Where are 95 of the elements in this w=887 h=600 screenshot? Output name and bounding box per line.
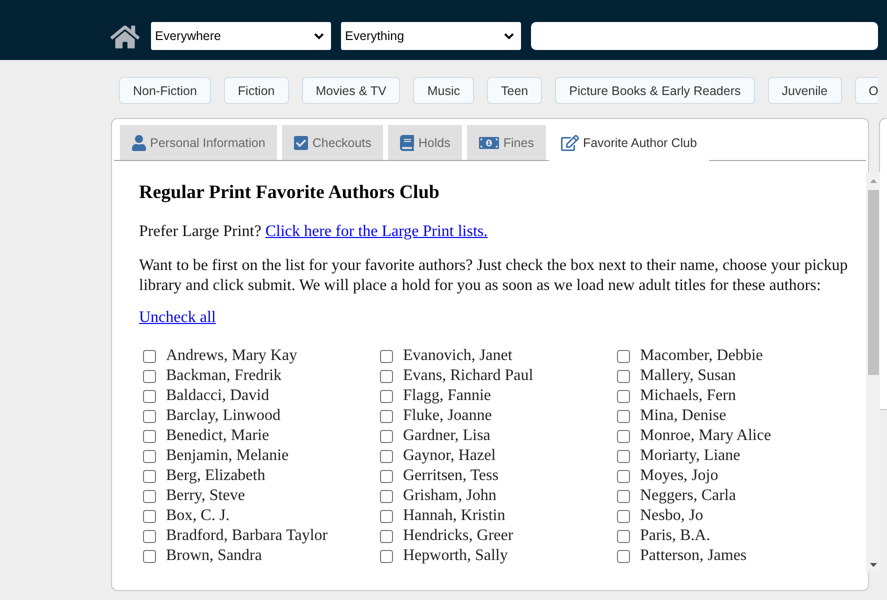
- author-name: Brown, Sandra: [166, 546, 262, 566]
- author-checkbox[interactable]: [143, 510, 156, 522]
- author-name: Nesbo, Jo: [640, 506, 704, 526]
- author-name: Hepworth, Sally: [403, 546, 508, 566]
- author-name: Gardner, Lisa: [403, 426, 490, 446]
- author-name: Flagg, Fannie: [403, 386, 491, 406]
- author-name: Mallery, Susan: [640, 366, 736, 386]
- author-name: Berg, Elizabeth: [166, 466, 266, 486]
- author-name: Neggers, Carla: [640, 486, 736, 506]
- author-checkbox[interactable]: [617, 390, 630, 402]
- author-name: Gerritsen, Tess: [403, 466, 498, 486]
- home-icon[interactable]: [110, 24, 140, 50]
- author-checkbox[interactable]: [617, 530, 630, 542]
- uncheck-all-link[interactable]: Uncheck all: [139, 308, 216, 328]
- author-checkbox[interactable]: [617, 430, 630, 442]
- user-icon: [132, 134, 146, 150]
- category-button[interactable]: Movies & TV: [302, 77, 400, 104]
- author-name: Andrews, Mary Kay: [166, 346, 298, 366]
- author-checkbox[interactable]: [617, 490, 630, 502]
- author-name: Berry, Steve: [166, 486, 245, 506]
- author-checkbox[interactable]: [380, 490, 393, 502]
- category-button[interactable]: Non-Fiction: [119, 77, 211, 104]
- large-print-prompt: Prefer Large Print? Click here for the Large Print lists.: [139, 222, 489, 242]
- author-name: Baldacci, David: [166, 386, 270, 406]
- author-name: Benjamin, Melanie: [166, 446, 289, 466]
- author-checkbox[interactable]: [143, 470, 156, 482]
- description-text: Want to be first on the list for your favorite authors? Just check the box next to their name, choose your pickup library and click submit. We will place a hold for you as soon as we load new adult titles for these authors:: [139, 256, 849, 296]
- category-button[interactable]: Juvenile: [768, 77, 842, 104]
- author-name: Moyes, Jojo: [640, 466, 718, 486]
- author-name: Gaynor, Hazel: [403, 446, 496, 466]
- author-name: Hannah, Kristin: [403, 506, 506, 526]
- book-icon: [400, 134, 414, 150]
- author-name: Evans, Richard Paul: [403, 366, 534, 386]
- author-checkbox[interactable]: [617, 450, 630, 462]
- author-name: Michaels, Fern: [640, 386, 736, 406]
- chevron-down-icon: [314, 33, 324, 39]
- author-checkbox[interactable]: [143, 370, 156, 382]
- author-name: Macomber, Debbie: [640, 346, 763, 366]
- author-name: Hendricks, Greer: [403, 526, 514, 546]
- scroll-thumb[interactable]: [868, 190, 878, 375]
- author-checkbox[interactable]: [380, 450, 393, 462]
- author-name: Box, C. J.: [166, 506, 230, 526]
- search-field[interactable]: [531, 22, 878, 50]
- author-name: Mina, Denise: [640, 406, 726, 426]
- format-select[interactable]: Everything: [341, 22, 521, 50]
- checkbox-icon: [294, 134, 308, 150]
- category-button[interactable]: Teen: [487, 77, 542, 104]
- author-checkbox[interactable]: [617, 510, 630, 522]
- category-button[interactable]: Fiction: [224, 77, 289, 104]
- author-checkbox[interactable]: [380, 550, 393, 562]
- author-checkbox[interactable]: [380, 530, 393, 542]
- author-checkbox[interactable]: [380, 430, 393, 442]
- author-name: Patterson, James: [640, 546, 747, 566]
- chevron-down-icon: [504, 33, 514, 39]
- tab[interactable]: Checkouts: [282, 125, 384, 160]
- author-checkbox[interactable]: [617, 470, 630, 482]
- author-checkbox[interactable]: [143, 490, 156, 502]
- author-name: Benedict, Marie: [166, 426, 270, 446]
- author-checkbox[interactable]: [143, 390, 156, 402]
- author-checkbox[interactable]: [143, 530, 156, 542]
- tab[interactable]: Holds: [388, 125, 462, 160]
- author-checkbox[interactable]: [617, 550, 630, 562]
- author-name: Monroe, Mary Alice: [640, 426, 772, 446]
- author-checkbox[interactable]: [143, 410, 156, 422]
- author-name: Paris, B.A.: [640, 526, 710, 546]
- author-name: Moriarty, Liane: [640, 446, 740, 466]
- author-checkbox[interactable]: [143, 430, 156, 442]
- author-name: Grisham, John: [403, 486, 496, 506]
- author-checkbox[interactable]: [143, 450, 156, 462]
- large-print-link[interactable]: Click here for the Large Print lists.: [265, 223, 488, 240]
- author-checkbox[interactable]: [143, 350, 156, 362]
- author-checkbox[interactable]: [380, 350, 393, 362]
- author-checkbox[interactable]: [380, 390, 393, 402]
- author-checkbox[interactable]: [617, 350, 630, 362]
- category-button[interactable]: Picture Books & Early Readers: [555, 77, 755, 104]
- category-button[interactable]: O: [854, 77, 878, 104]
- author-name: Fluke, Joanne: [403, 406, 492, 426]
- author-checkbox[interactable]: [617, 370, 630, 382]
- author-name: Backman, Fredrik: [166, 366, 282, 386]
- author-name: Evanovich, Janet: [403, 346, 512, 366]
- author-checkbox[interactable]: [617, 410, 630, 422]
- author-checkbox[interactable]: [380, 370, 393, 382]
- tab[interactable]: Personal Information: [120, 125, 278, 160]
- author-checkbox[interactable]: [380, 470, 393, 482]
- author-name: Bradford, Barbara Taylor: [166, 526, 328, 546]
- author-name: Barclay, Linwood: [166, 406, 280, 426]
- tab[interactable]: Fines: [467, 125, 546, 160]
- scope-select[interactable]: Everywhere: [151, 22, 331, 50]
- panel-heading: Regular Print Favorite Authors Club: [139, 182, 440, 204]
- author-checkbox[interactable]: [380, 510, 393, 522]
- scroll-down-icon[interactable]: [870, 562, 876, 566]
- author-checkbox[interactable]: [143, 550, 156, 562]
- banknote-icon: [479, 134, 500, 150]
- category-button[interactable]: Music: [413, 77, 474, 104]
- author-checkbox[interactable]: [380, 410, 393, 422]
